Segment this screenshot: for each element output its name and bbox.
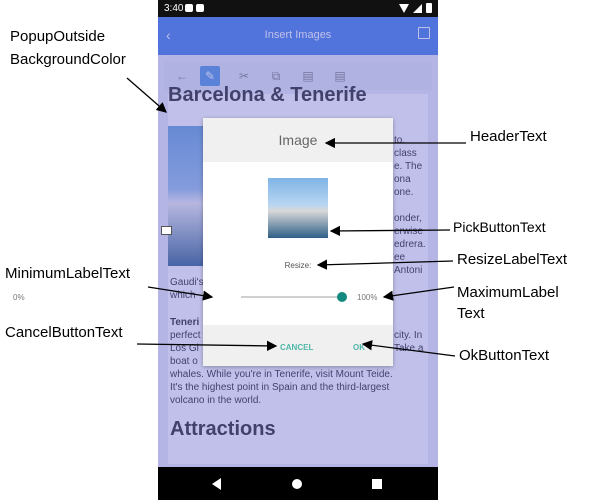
arrow-popup-outside xyxy=(126,77,167,113)
arrow-cancel-button xyxy=(136,340,278,352)
arrow-minimum-label xyxy=(147,286,214,301)
arrow-maximum-label xyxy=(382,286,455,301)
arrow-ok-button xyxy=(361,340,456,357)
annotation-arrows xyxy=(126,77,466,357)
arrow-pick-button xyxy=(329,225,451,237)
arrow-resize-label xyxy=(316,259,454,270)
